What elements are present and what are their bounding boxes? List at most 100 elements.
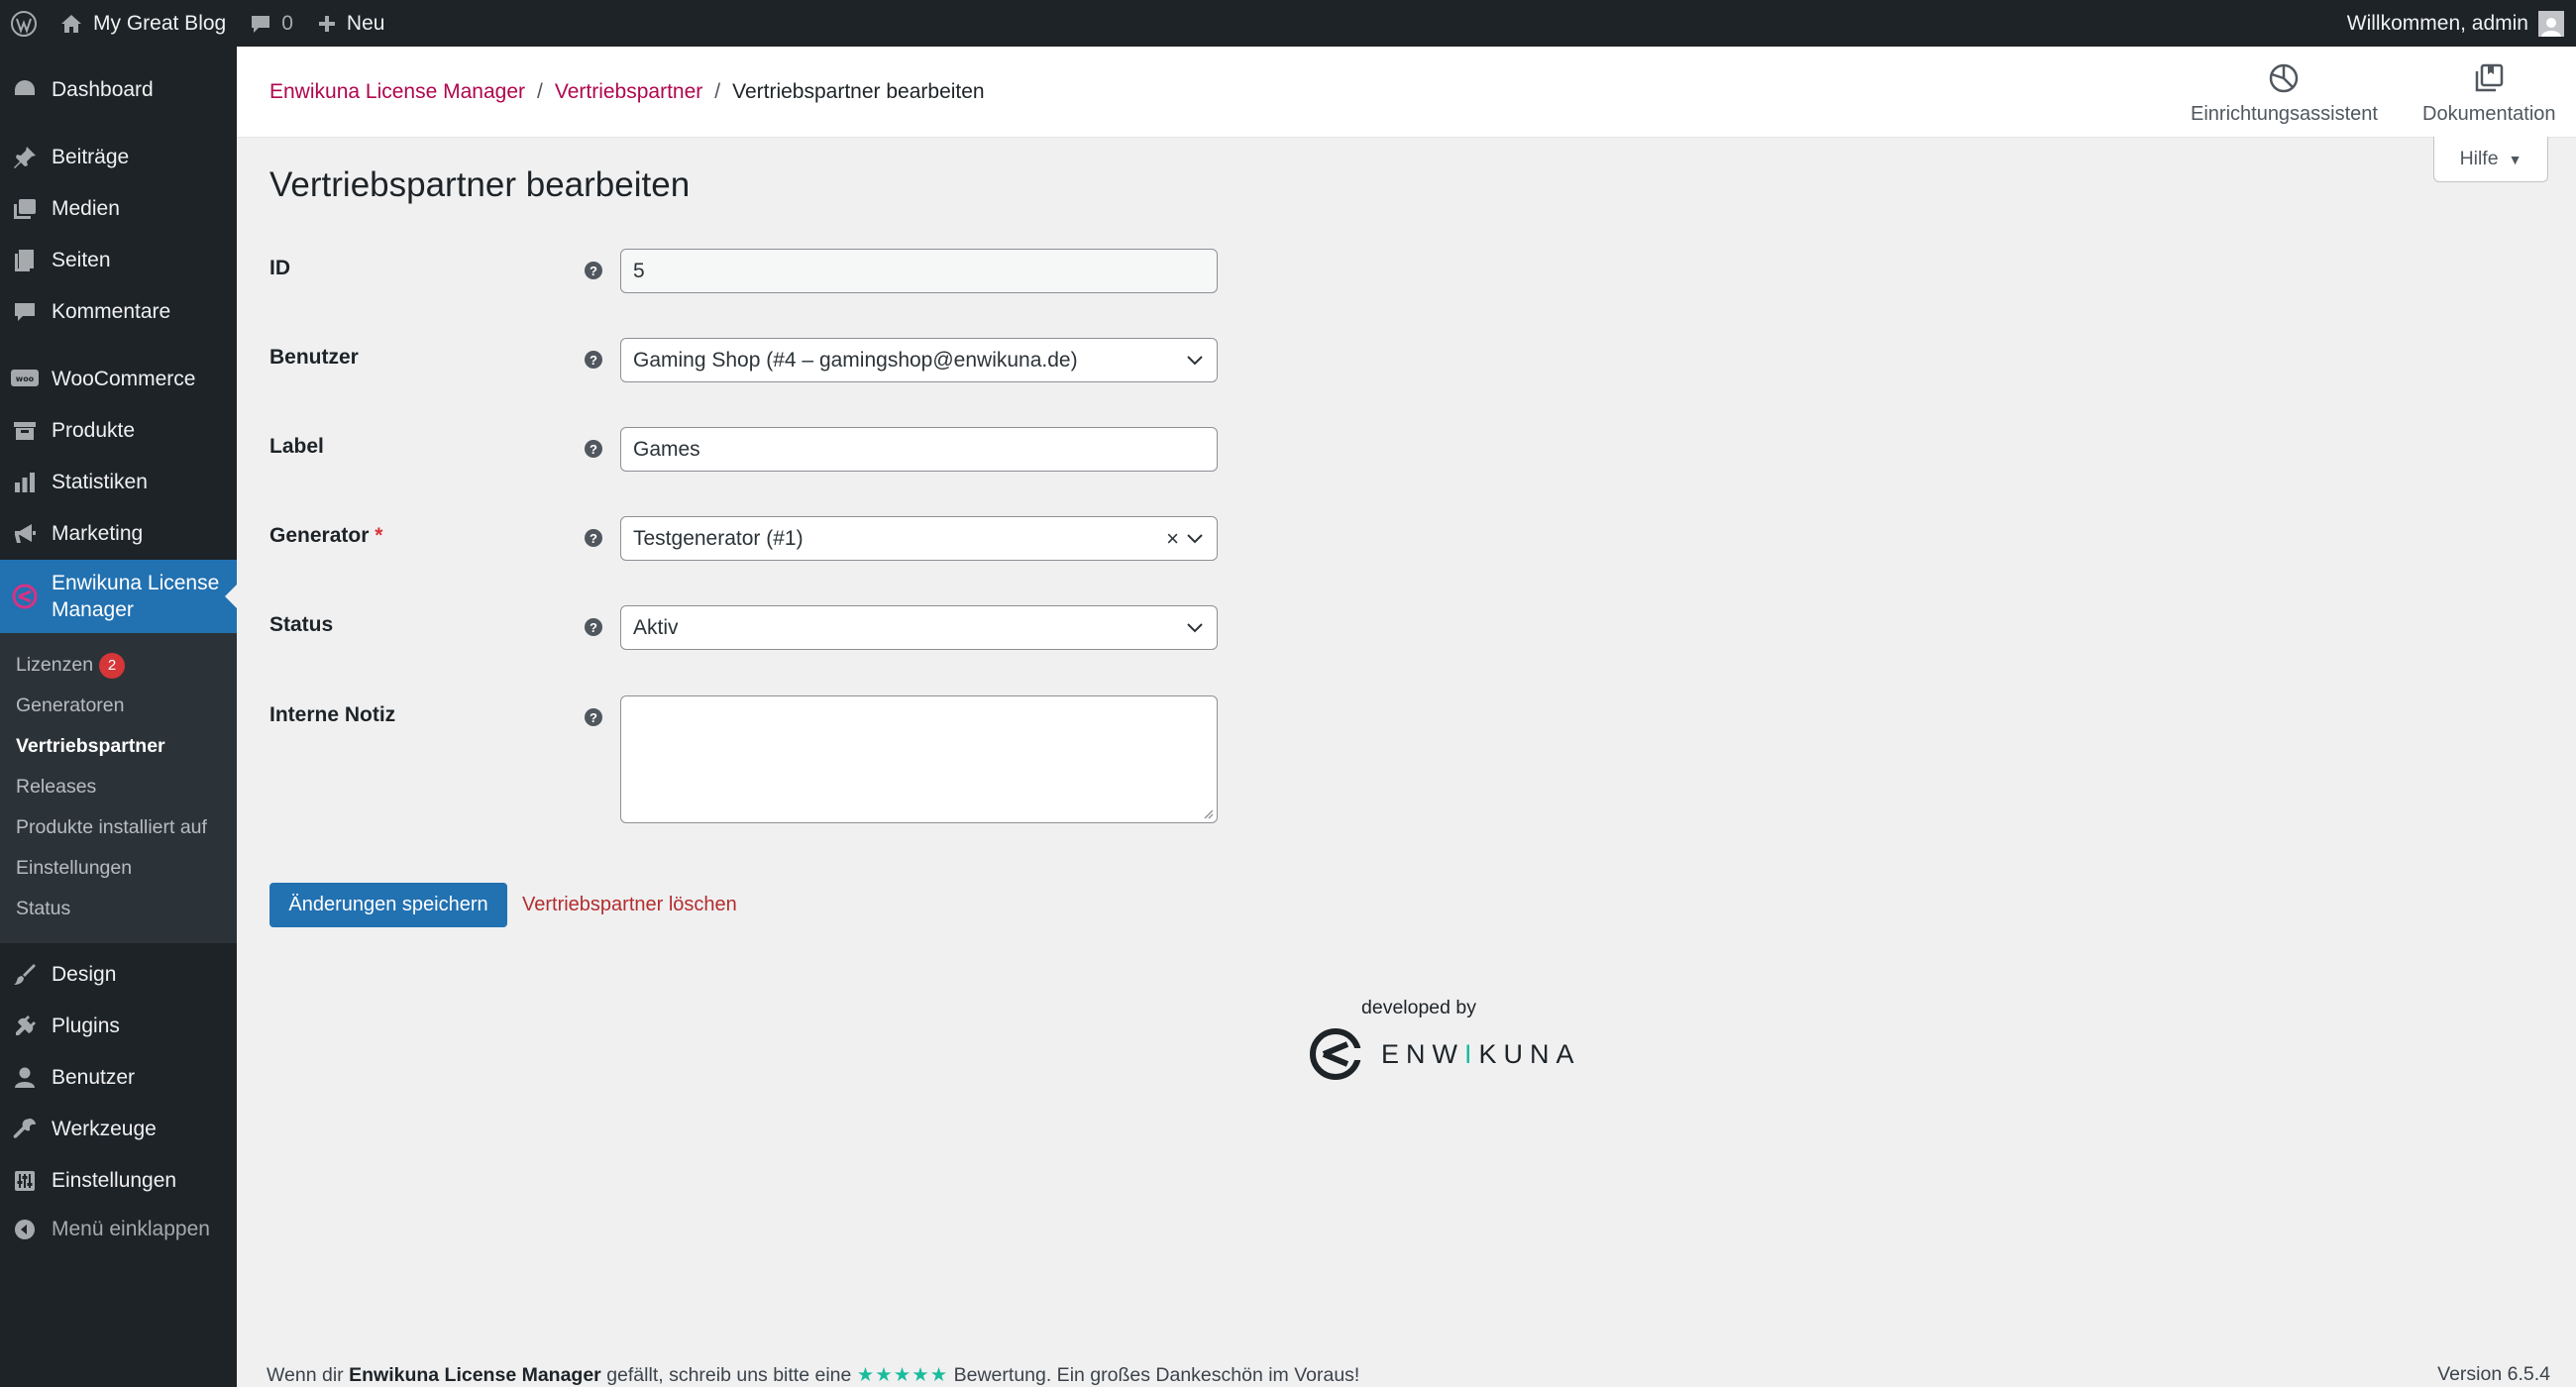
sidebar-item-products[interactable]: Produkte [0,405,237,457]
label-label: Label [269,435,324,458]
delete-reseller-link[interactable]: Vertriebspartner löschen [522,894,737,916]
help-tip-icon[interactable]: ? [585,262,602,279]
book-icon [2476,63,2504,92]
user-label: Benutzer [269,346,359,369]
help-tip-icon[interactable]: ? [585,618,602,636]
wordpress-logo-icon[interactable] [0,0,48,47]
sidebar-item-label: Kommentare [52,300,171,323]
chevron-down-icon [1185,351,1205,371]
site-name-link[interactable]: My Great Blog [48,0,238,47]
sidebar-item-label: Menü einklappen [52,1218,210,1240]
clear-selection-icon[interactable]: × [1166,526,1179,552]
resize-handle-icon[interactable] [1202,807,1214,819]
enwikuna-icon [11,583,39,610]
comments-count: 0 [281,11,293,35]
help-tip-icon[interactable]: ? [585,529,602,547]
breadcrumb-current: Vertriebspartner bearbeiten [732,80,985,103]
form-actions: Änderungen speichern Vertriebspartner lö… [269,883,737,927]
my-account-link[interactable]: Willkommen, admin [2335,0,2576,47]
comments-link[interactable]: 0 [238,0,305,47]
developed-by-text: developed by [1361,997,1477,1018]
page-title: Vertriebspartner bearbeiten [269,165,691,204]
label-input[interactable]: Games [620,427,1218,472]
pin-icon [11,144,39,171]
plugin-icon [11,1013,39,1040]
submenu-item-releases[interactable]: Releases [0,767,237,807]
help-tip-icon[interactable]: ? [585,708,602,726]
submenu-item-resellers[interactable]: Vertriebspartner [0,726,237,767]
user-select[interactable]: Gaming Shop (#4 – gamingshop@enwikuna.de… [620,338,1218,382]
sidebar-item-plugins[interactable]: Plugins [0,1001,237,1052]
documentation-button[interactable]: Dokumentation [2422,62,2556,126]
sidebar-submenu: Lizenzen 2 Generatoren Vertriebspartner R… [0,633,237,943]
sidebar-item-label: Beiträge [52,146,130,168]
sidebar-item-posts[interactable]: Beiträge [0,132,237,183]
help-tip-icon[interactable]: ? [585,440,602,458]
new-label: Neu [346,11,385,35]
user-icon [11,1064,39,1092]
save-changes-button[interactable]: Änderungen speichern [269,883,507,927]
enwikuna-logo-icon [1310,1028,1365,1080]
version-text: Version 6.5.4 [2437,1363,2550,1385]
rating-stars-link[interactable]: ★★★★★ [857,1364,948,1386]
help-tip-icon[interactable]: ? [585,351,602,369]
sidebar-item-statistics[interactable]: Statistiken [0,457,237,508]
sidebar-item-label: WooCommerce [52,368,196,390]
submenu-item-products-installed-on[interactable]: Produkte installiert auf [0,807,237,848]
sidebar-item-enwikuna-license-manager[interactable]: Enwikuna License Manager [0,560,237,633]
chevron-down-icon [1185,618,1205,638]
site-name: My Great Blog [93,11,227,35]
admin-sidebar: Dashboard Beiträge Medien Seiten Komment… [0,47,237,1387]
sidebar-item-comments[interactable]: Kommentare [0,286,237,338]
chart-icon [11,469,39,496]
plugin-header: Enwikuna License Manager / Vertriebspart… [237,47,2576,138]
brush-icon [11,961,39,989]
generator-select[interactable]: Testgenerator (#1) × [620,516,1218,561]
setup-wizard-button[interactable]: Einrichtungsassistent [2191,62,2378,126]
settings-icon [11,1167,39,1195]
sidebar-item-users[interactable]: Benutzer [0,1052,237,1104]
submenu-item-settings[interactable]: Einstellungen [0,848,237,889]
id-label: ID [269,257,290,279]
sidebar-item-woocommerce[interactable]: woo WooCommerce [0,354,237,405]
internal-note-textarea[interactable] [620,695,1218,823]
sidebar-item-label: Dashboard [52,78,154,101]
svg-text:woo: woo [16,374,35,383]
collapse-icon [11,1216,39,1243]
new-content-link[interactable]: Neu [305,0,397,47]
enwikuna-logo[interactable]: ENWIKUNA [1308,1026,1581,1082]
sidebar-item-label: Marketing [52,522,144,545]
sidebar-item-tools[interactable]: Werkzeuge [0,1104,237,1155]
home-icon [61,14,81,33]
generator-label: Generator * [269,524,383,547]
sidebar-item-marketing[interactable]: Marketing [0,508,237,560]
pages-icon [11,247,39,274]
wizard-icon [2270,63,2299,93]
sidebar-item-pages[interactable]: Seiten [0,235,237,286]
sidebar-item-design[interactable]: Design [0,949,237,1001]
caret-down-icon: ▼ [2508,151,2522,167]
sidebar-item-label: Medien [52,197,120,220]
welcome-text: Willkommen, admin [2346,11,2528,35]
woo-icon: woo [11,366,39,393]
sidebar-item-label: Produkte [52,419,136,442]
submenu-item-status[interactable]: Status [0,889,237,929]
help-tab-button[interactable]: Hilfe ▼ [2433,137,2548,182]
sidebar-item-media[interactable]: Medien [0,183,237,235]
sidebar-item-label: Werkzeuge [52,1118,157,1140]
breadcrumb-link-resellers[interactable]: Vertriebspartner [555,80,702,104]
megaphone-icon [11,520,39,548]
breadcrumb-link-plugin[interactable]: Enwikuna License Manager [269,80,525,104]
wrench-icon [11,1116,39,1143]
avatar [2538,10,2564,37]
sidebar-item-label: Plugins [52,1014,120,1037]
sidebar-item-settings[interactable]: Einstellungen [0,1155,237,1207]
chevron-down-icon [1185,529,1205,549]
sidebar-item-dashboard[interactable]: Dashboard [0,64,237,116]
status-select[interactable]: Aktiv [620,605,1218,650]
submenu-item-licenses[interactable]: Lizenzen 2 [0,645,237,686]
submenu-item-generators[interactable]: Generatoren [0,686,237,726]
id-field[interactable]: 5 [620,249,1218,293]
collapse-menu-button[interactable]: Menü einklappen [0,1207,237,1252]
comment-icon [11,298,39,326]
